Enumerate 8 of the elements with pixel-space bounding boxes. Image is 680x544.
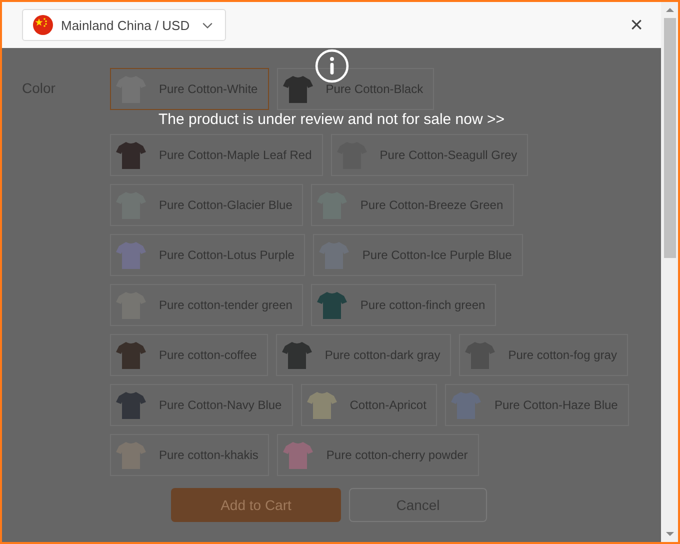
chevron-down-icon xyxy=(202,22,213,28)
scroll-up-icon[interactable] xyxy=(666,7,674,13)
region-dropdown[interactable]: Mainland China / USD xyxy=(22,9,226,41)
scroll-down-icon[interactable] xyxy=(666,531,674,537)
scrollbar[interactable] xyxy=(661,2,678,542)
flag-icon xyxy=(33,15,53,35)
close-button[interactable]: × xyxy=(626,12,647,38)
review-notice-link[interactable]: The product is under review and not for sale now >> xyxy=(158,111,505,128)
